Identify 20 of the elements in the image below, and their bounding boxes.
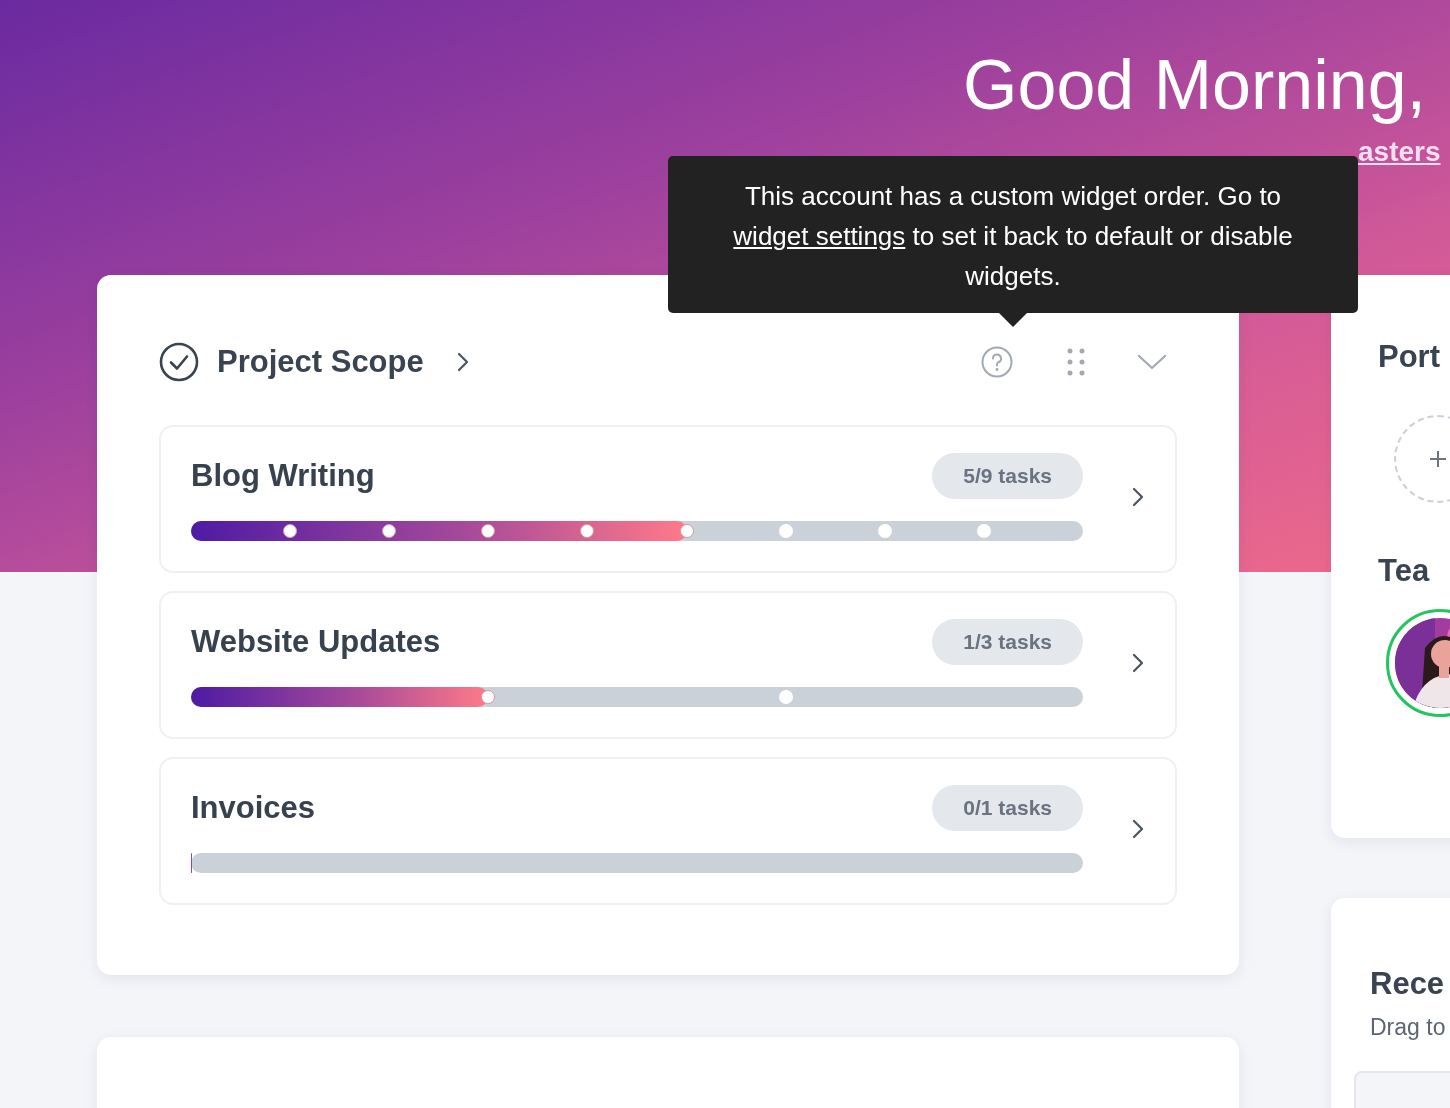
check-circle-icon xyxy=(159,342,199,382)
task-count-badge: 0/1 tasks xyxy=(932,785,1083,831)
widget-title: Project Scope xyxy=(217,344,424,380)
project-name: Invoices xyxy=(191,790,316,826)
plus-icon xyxy=(1428,449,1448,469)
chevron-right-icon[interactable] xyxy=(455,351,470,373)
recent-hint: Drag to xyxy=(1370,1014,1447,1041)
project-item-card[interactable]: Website Updates 1/3 tasks xyxy=(159,591,1177,739)
project-name: Website Updates xyxy=(191,624,441,660)
drag-handle-icon[interactable] xyxy=(1067,348,1085,376)
task-count-badge: 1/3 tasks xyxy=(932,619,1083,665)
project-item-card[interactable]: Blog Writing 5/9 tasks xyxy=(159,425,1177,573)
recent-title: Rece xyxy=(1370,966,1446,1002)
greeting-heading: Good Morning, xyxy=(963,46,1428,124)
team-title: Tea xyxy=(1378,553,1431,589)
task-count-badge: 5/9 tasks xyxy=(932,453,1083,499)
project-item-card[interactable]: Invoices 0/1 tasks xyxy=(159,757,1177,905)
widget-settings-link[interactable]: widget settings xyxy=(733,221,906,251)
portal-title: Port xyxy=(1378,339,1441,375)
project-name: Blog Writing xyxy=(191,458,375,494)
